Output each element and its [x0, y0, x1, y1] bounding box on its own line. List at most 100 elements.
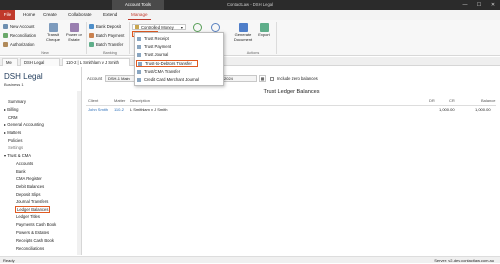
sidebar-item-crm[interactable]: CRM [8, 115, 18, 120]
ribbon-divider [276, 22, 277, 54]
zero-balances-checkbox[interactable] [270, 77, 274, 81]
menu-item-credit-card-merchant-journal[interactable]: Credit Card Merchant Journal [137, 77, 199, 82]
cell-description: L Smithlam v J Smith [130, 107, 168, 112]
sidebar-item-general-accounting[interactable]: ▸ General Accounting [4, 122, 44, 127]
export-icon [259, 23, 269, 32]
minimize-button[interactable]: — [458, 0, 472, 10]
menu-item-trust-receipt[interactable]: Trust Receipt [137, 36, 169, 41]
column-header-matter[interactable]: Matter [114, 98, 125, 103]
batch-transfer-button[interactable]: Batch Transfer [89, 42, 123, 47]
table-row[interactable]: John Smith 110-2 L Smithlam v J Smith 1,… [86, 107, 496, 113]
date-field[interactable]: 2024 [221, 75, 257, 82]
main-panel: Account DSH-1 Main 2024 ▦ Include zero b… [83, 67, 500, 255]
cell-cr: 1,000.00 [439, 107, 455, 112]
menu-manage[interactable]: Manage [128, 10, 151, 20]
group-actions-label: Actions [246, 51, 260, 55]
payment-icon [89, 33, 94, 38]
deposit-icon [89, 24, 94, 29]
tab-dsh-legal[interactable]: DSH Legal [20, 58, 60, 66]
money-icon [135, 25, 139, 29]
sidebar-item-powers-estates[interactable]: Powers & Estates [16, 230, 49, 235]
menu-item-trust-journal[interactable]: Trust Journal [137, 52, 168, 57]
menu-create[interactable]: Create [40, 10, 60, 20]
menu-item-trust-to-debtors-transfer[interactable]: Trust-to-Debtors Transfer [136, 60, 198, 67]
reconciliation-button[interactable]: Reconciliation [3, 33, 36, 38]
transfer-icon [137, 69, 141, 74]
reconcile-icon [3, 33, 8, 38]
column-header-client[interactable]: Client [88, 98, 98, 103]
menu-item-trust-payment[interactable]: Trust Payment [137, 44, 171, 49]
sidebar-item-ledger-balances[interactable]: Ledger Balances [15, 206, 51, 213]
sidebar-item-settings[interactable]: Settings [8, 145, 23, 150]
group-new-label: New [41, 51, 49, 55]
authorization-icon [3, 42, 8, 47]
account-label: Account [87, 76, 103, 81]
transfer-icon [89, 42, 94, 47]
sidebar-item-debit-balances[interactable]: Debit Balances [16, 184, 44, 189]
sidebar-item-accounts[interactable]: Accounts [16, 161, 33, 166]
column-header-description[interactable]: Description [130, 98, 150, 103]
bank-deposit-button[interactable]: Bank Deposit [89, 24, 121, 29]
close-button[interactable]: ✕ [486, 0, 500, 10]
tab-matter[interactable]: 110-2 | L Smithlam v J Smith [62, 58, 130, 66]
sidebar-item-trust-cma[interactable]: ▾ Trust & CMA [4, 153, 31, 158]
menu-file[interactable]: File [0, 10, 15, 20]
group-banking-label: Banking [103, 51, 117, 55]
zero-balances-label: Include zero balances [277, 76, 318, 81]
status-bar: Ready Server: v2-dev.contactlaw.com.au [0, 256, 500, 263]
receipt-icon [137, 36, 141, 41]
ribbon-divider [86, 22, 87, 54]
panel-title: Trust Ledger Balances [263, 89, 320, 95]
sidebar-scrollbar[interactable] [77, 91, 81, 255]
maximize-button[interactable]: ☐ [472, 0, 486, 10]
sidebar-item-reconciliations[interactable]: Reconciliations [16, 246, 44, 251]
document-icon [238, 23, 248, 32]
sidebar-item-cma-register[interactable]: CMA Register [16, 176, 42, 181]
generate-document-button[interactable]: Generate Document [232, 23, 254, 42]
menu-collaborate[interactable]: Collaborate [65, 10, 95, 20]
business-name: Business 1 [4, 82, 24, 87]
sidebar-item-journal-transfers[interactable]: Journal Transfers [16, 199, 48, 204]
column-header-dr[interactable]: DR [429, 98, 435, 103]
new-account-button[interactable]: New Account [3, 24, 34, 29]
controlled-money-dropdown[interactable]: Controlled Money ▾ [132, 24, 186, 30]
sidebar-item-summary[interactable]: Summary [8, 99, 26, 104]
cell-client[interactable]: John Smith [88, 107, 108, 112]
column-header-balance[interactable]: Balance [481, 98, 495, 103]
firm-name: DSH Legal [4, 72, 43, 81]
sidebar-item-policies[interactable]: Policies [8, 138, 22, 143]
batch-payment-button[interactable]: Batch Payment [89, 33, 124, 38]
sidebar-item-billing[interactable]: ▸ Billing [4, 107, 18, 112]
power-of-estate-button[interactable]: Power or Estate [64, 23, 84, 42]
window-title: ContactLaw - DSH Legal [226, 2, 274, 7]
title-bar: Account Tools ContactLaw - DSH Legal — ☐… [0, 0, 500, 10]
export-button[interactable]: Export [257, 23, 271, 38]
menu-bar: File Home Create Collaborate Extend Mana… [0, 10, 500, 20]
journal-icon [137, 52, 141, 57]
payment-icon [137, 44, 141, 49]
sidebar-item-bank[interactable]: Bank [16, 169, 26, 174]
sidebar-item-deposit-slips[interactable]: Deposit Slips [16, 192, 40, 197]
ribbon: New Account Reconciliation Authorization… [0, 20, 500, 56]
sidebar-item-matters[interactable]: ▸ Matters [4, 130, 21, 135]
cheque-icon [48, 23, 58, 32]
menu-extend[interactable]: Extend [100, 10, 120, 20]
menu-home[interactable]: Home [20, 10, 38, 20]
sidebar-item-payments-cash-book[interactable]: Payments Cash Book [16, 222, 56, 227]
transit-cheque-button[interactable]: Transit Cheque [44, 23, 62, 42]
transfer-icon [138, 61, 142, 66]
card-icon [137, 77, 141, 82]
sidebar-item-ledger-titles[interactable]: Ledger Titles [16, 214, 40, 219]
calendar-icon[interactable]: ▦ [259, 75, 266, 82]
estate-icon [69, 23, 79, 32]
authorization-button[interactable]: Authorization [3, 42, 34, 47]
column-header-cr[interactable]: CR [449, 98, 455, 103]
ribbon-divider [129, 22, 130, 54]
trust-menu: Trust Receipt Trust Payment Trust Journa… [134, 32, 224, 86]
refresh-icon [192, 23, 202, 32]
sidebar-item-receipts-cash-book[interactable]: Receipts Cash Book [16, 238, 54, 243]
menu-item-trust-cma-transfer[interactable]: Trust/CMA Transfer [137, 69, 180, 74]
cell-matter[interactable]: 110-2 [114, 107, 124, 112]
tab-me[interactable]: Me [2, 58, 18, 66]
sidebar: DSH Legal Business 1 Summary ▸ Billing C… [0, 67, 82, 255]
